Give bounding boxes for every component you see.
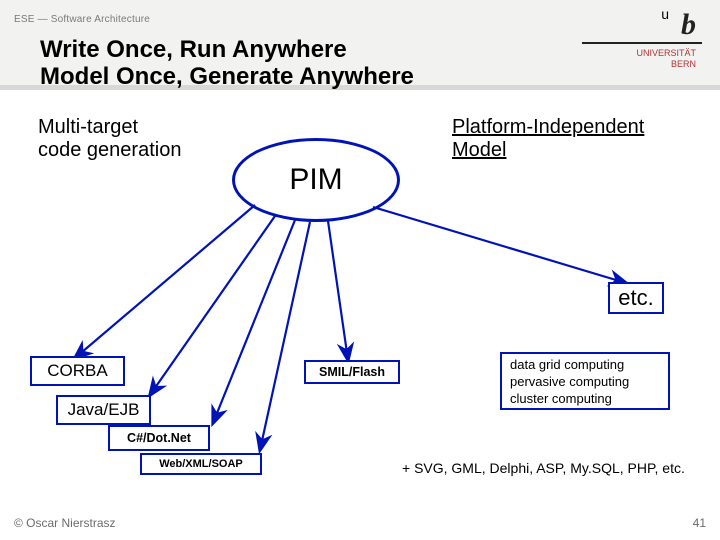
target-corba: CORBA: [30, 356, 125, 386]
copyright: © Oscar Nierstrasz: [14, 516, 116, 530]
target-csharp-dotnet: C#/Dot.Net: [108, 425, 210, 451]
target-corba-label: CORBA: [47, 361, 107, 381]
title-line-2: Model Once, Generate Anywhere: [40, 63, 414, 90]
logo-b-icon: ub: [582, 8, 702, 42]
pim-label: PIM: [283, 163, 348, 197]
course-tag: ESE — Software Architecture: [14, 14, 150, 25]
target-etc-label: etc.: [618, 285, 653, 311]
etc-expansion-2: pervasive computing: [510, 374, 629, 389]
title-line-1: Write Once, Run Anywhere: [40, 36, 347, 63]
slide-title: Write Once, Run Anywhere Model Once, Gen…: [40, 36, 414, 90]
target-java-ejb-label: Java/EJB: [68, 400, 140, 420]
footnote-plus-text: + SVG, GML, Delphi, ASP, My.SQL, PHP, et…: [402, 460, 685, 476]
sub-right-2: Model: [452, 139, 506, 161]
sub-left-2: code generation: [38, 139, 181, 161]
etc-expansion-1: data grid computing: [510, 357, 624, 372]
label-platform-independent-model: Platform-Independent Model: [452, 116, 644, 162]
target-java-ejb: Java/EJB: [56, 395, 151, 425]
label-multi-target: Multi-target code generation: [38, 116, 181, 162]
sub-right-1: Platform-Independent: [452, 116, 644, 138]
logo-uni-2: BERN: [671, 59, 696, 69]
logo-b-glyph: b: [681, 8, 696, 41]
university-logo: ub UNIVERSITÄT BERN: [582, 8, 702, 70]
logo-u-sup: u: [661, 6, 669, 22]
etc-expansion: data grid computing pervasive computing …: [500, 352, 670, 410]
logo-uni-1: UNIVERSITÄT: [636, 48, 696, 58]
page-number: 41: [693, 516, 706, 530]
logo-rule: [582, 42, 702, 44]
target-etc: etc.: [608, 282, 664, 314]
sub-left-1: Multi-target: [38, 116, 138, 138]
logo-university-text: UNIVERSITÄT BERN: [582, 48, 702, 70]
pim-node: PIM: [232, 138, 400, 222]
target-web-label: Web/XML/SOAP: [159, 458, 243, 470]
etc-expansion-3: cluster computing: [510, 391, 612, 406]
footnote-plus: + SVG, GML, Delphi, ASP, My.SQL, PHP, et…: [402, 460, 685, 476]
target-smil-flash: SMIL/Flash: [304, 360, 400, 384]
target-csharp-label: C#/Dot.Net: [127, 431, 191, 445]
target-web-xml-soap: Web/XML/SOAP: [140, 453, 262, 475]
target-smil-label: SMIL/Flash: [319, 365, 385, 379]
